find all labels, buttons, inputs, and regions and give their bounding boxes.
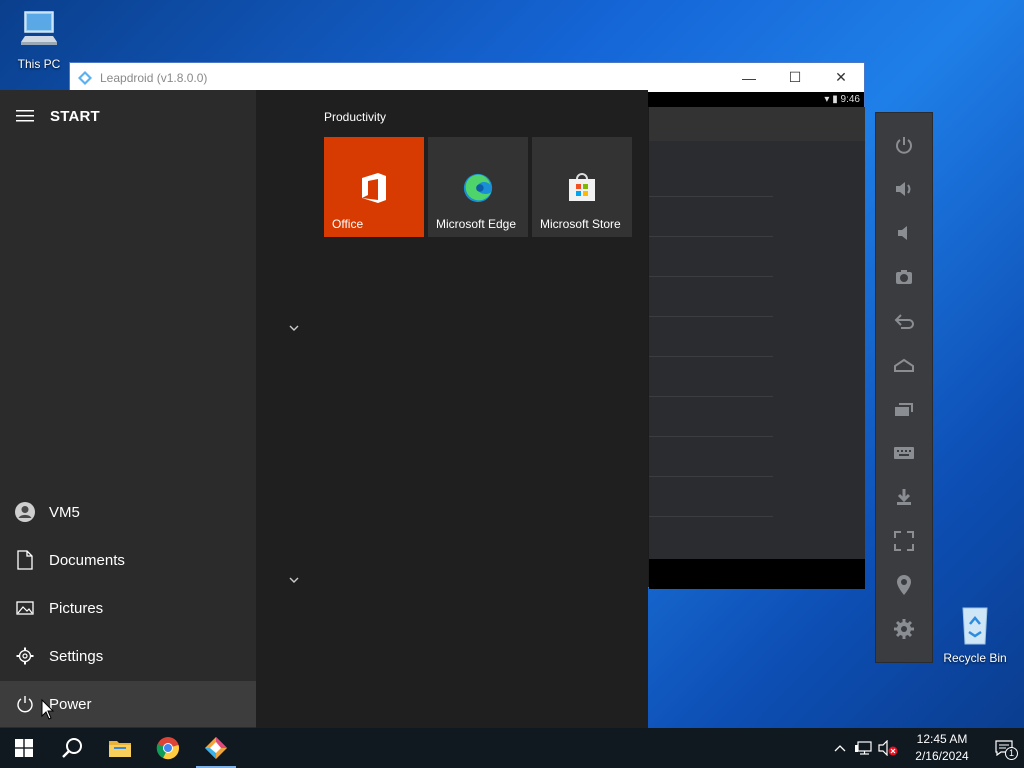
start-item-label: VM5 [49,503,80,521]
back-icon[interactable] [890,307,918,335]
start-item-settings[interactable]: Settings [0,633,256,679]
tile-label: Microsoft Edge [436,217,517,231]
clock-date: 2/16/2024 [915,749,969,763]
system-tray: 12:45 AM 2/16/2024 1 [828,728,1024,768]
list-item[interactable] [649,157,773,197]
document-icon [14,549,36,571]
tile-label: Office [332,217,364,231]
start-item-label: Power [49,695,92,713]
start-item-pictures[interactable]: Pictures [0,585,256,631]
list-item[interactable] [649,197,773,237]
leapdroid-logo-icon [78,70,92,85]
tile-microsoft-store[interactable]: Microsoft Store [532,137,632,237]
pictures-icon [14,597,36,619]
android-status-time: 9:46 [840,94,860,105]
window-title: Leapdroid (v1.8.0.0) [100,70,208,85]
android-status-bar: ▾ ▮ 9:46 [646,92,864,107]
mouse-cursor-icon [41,699,55,720]
list-item[interactable] [649,357,773,397]
android-action-bar [649,107,865,141]
tile-microsoft-edge[interactable]: Microsoft Edge [428,137,528,237]
start-menu: START VM5 Documents Pictures Settings Po… [0,90,648,728]
list-item[interactable] [649,477,773,517]
volume-muted-icon [878,740,898,756]
tile-group-label: Productivity [324,110,387,124]
fullscreen-icon[interactable] [890,527,918,555]
chevron-down-icon[interactable] [286,320,302,336]
download-icon[interactable] [890,483,918,511]
camera-icon[interactable] [890,263,918,291]
store-bag-icon [569,173,595,201]
leapdroid-side-toolbar [875,112,933,663]
desktop-icon-this-pc[interactable]: This PC [4,8,74,71]
recycle-bin-icon [962,607,988,645]
start-title: START [50,107,100,125]
start-button[interactable] [0,728,48,768]
start-item-label: Settings [49,647,104,665]
start-item-power[interactable]: Power [0,681,256,727]
gear-icon [14,645,36,667]
this-pc-icon [21,11,57,45]
maximize-button[interactable]: ☐ [772,63,818,92]
desktop-icon-label: This PC [17,57,61,71]
battery-icon: ▮ [832,94,838,105]
taskbar: 12:45 AM 2/16/2024 1 [0,728,1024,768]
office-icon [362,173,386,203]
list-item[interactable] [649,437,773,477]
show-hidden-icons-button[interactable] [828,728,852,768]
network-icon [855,741,872,755]
volume-down-icon[interactable] [890,219,918,247]
desktop-icon-recycle-bin[interactable]: Recycle Bin [940,602,1010,665]
keyboard-icon[interactable] [890,439,918,467]
notification-count-badge: 1 [1005,747,1018,760]
list-item[interactable] [649,237,773,277]
taskbar-file-explorer[interactable] [96,728,144,768]
tile-office[interactable]: Office [324,137,424,237]
windows-start-icon [15,739,33,757]
power-icon[interactable] [890,131,918,159]
settings-gear-icon[interactable] [890,615,918,643]
start-item-label: Pictures [49,599,104,617]
hamburger-menu-icon[interactable] [16,109,34,123]
list-item[interactable] [649,317,773,357]
window-titlebar[interactable]: Leapdroid (v1.8.0.0) — ☐ ✕ [70,63,864,92]
search-button[interactable] [48,728,96,768]
leapdroid-icon [205,737,227,759]
desktop-icon-label: Recycle Bin [943,651,1007,665]
clock-time: 12:45 AM [916,732,968,746]
start-menu-left-pane: START VM5 Documents Pictures Settings Po… [0,90,256,728]
taskbar-clock[interactable]: 12:45 AM 2/16/2024 [906,731,978,765]
chrome-icon [156,737,179,760]
location-icon[interactable] [890,571,918,599]
action-center-button[interactable]: 1 [984,728,1024,768]
network-button[interactable] [852,728,876,768]
taskbar-chrome[interactable] [144,728,192,768]
tile-label: Microsoft Store [540,217,621,231]
android-list [649,157,773,517]
volume-button[interactable] [876,728,900,768]
start-item-documents[interactable]: Documents [0,537,256,583]
chevron-up-icon [834,745,846,752]
list-item[interactable] [649,277,773,317]
start-item-label: Documents [49,551,125,569]
minimize-button[interactable]: — [726,63,772,92]
volume-up-icon[interactable] [890,175,918,203]
close-button[interactable]: ✕ [818,63,864,92]
chevron-down-icon[interactable] [286,572,302,588]
taskbar-leapdroid[interactable] [192,728,240,768]
start-header[interactable]: START [0,90,256,142]
list-item[interactable] [649,397,773,437]
android-screen[interactable] [649,107,865,559]
wifi-icon: ▾ [824,94,830,105]
edge-icon [463,173,493,203]
file-explorer-icon [109,741,131,757]
home-icon[interactable] [890,351,918,379]
power-icon [14,693,36,715]
search-icon [62,738,82,758]
android-nav-bar [649,559,865,589]
recent-apps-icon[interactable] [890,395,918,423]
start-item-user[interactable]: VM5 [0,489,256,535]
user-avatar-icon [14,501,36,523]
